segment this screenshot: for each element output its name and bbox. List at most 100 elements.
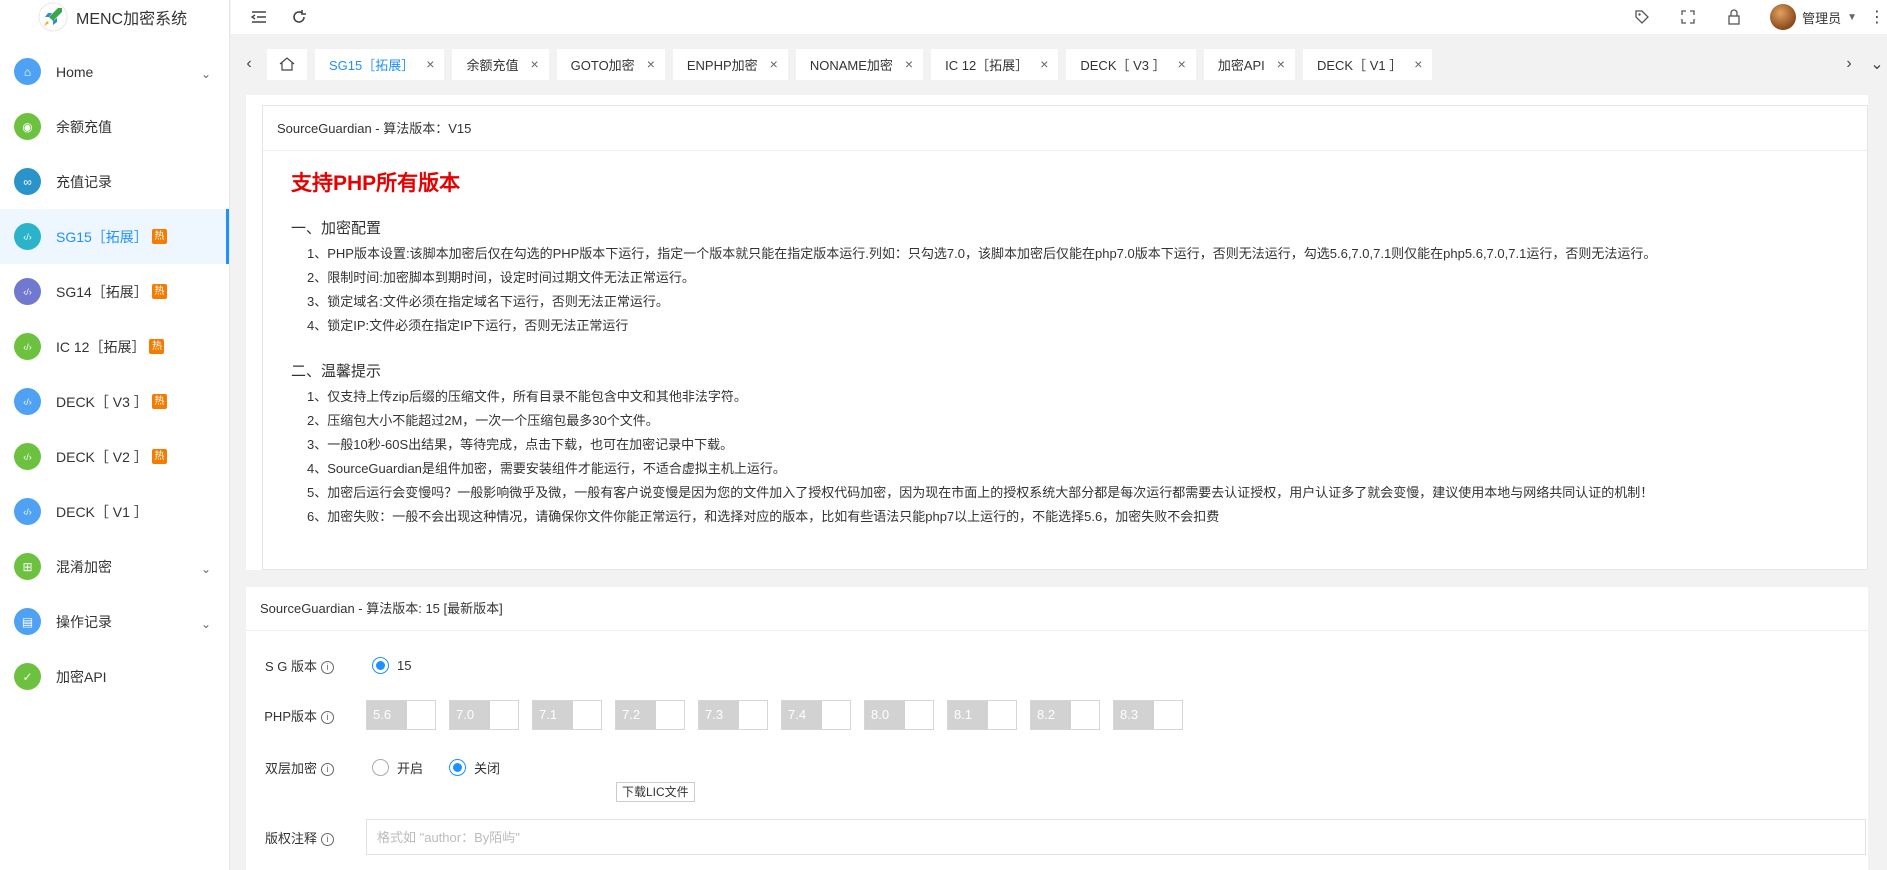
fullscreen-icon[interactable] [1678, 7, 1698, 27]
tab-2[interactable]: GOTO加密 × [556, 48, 665, 80]
sidebar-item-10[interactable]: ▤ 操作记录 ⌄ [0, 594, 229, 649]
double-encrypt-off-radio[interactable] [449, 758, 467, 776]
cart-icon: ⊞ [14, 553, 41, 580]
php-version-checkbox[interactable]: 8.1 [947, 700, 1017, 730]
tab-label: DECK［ V3 ］ [1080, 57, 1166, 73]
php-version-row: PHP版本 i 5.6 7.0 7.1 7.2 7.3 7.4 8.0 8.1 8.2 8.3 [246, 695, 1196, 735]
php-version-checkbox[interactable]: 8.0 [864, 700, 934, 730]
info-icon[interactable]: i [321, 710, 334, 724]
app-logo[interactable]: MENC加密系统 [0, 0, 229, 34]
sidebar-item-label: 充值记录 [56, 173, 112, 190]
sidebar-item-9[interactable]: ⊞ 混淆加密 ⌄ [0, 539, 229, 594]
close-icon[interactable]: × [770, 56, 778, 72]
chevron-down-icon[interactable]: ⌄ [201, 562, 211, 576]
more-icon[interactable]: ⋮ [1869, 7, 1885, 27]
user-name[interactable]: 管理员 [1802, 8, 1841, 27]
double-encrypt-off-label[interactable]: 关闭 [474, 758, 500, 777]
php-version-checkbox[interactable]: 7.2 [615, 700, 685, 730]
code-icon: ‹/› [14, 223, 41, 250]
chevron-down-icon[interactable]: ⌄ [201, 67, 211, 81]
php-version-checkbox[interactable]: 7.1 [532, 700, 602, 730]
tab-3[interactable]: ENPHP加密 × [672, 48, 788, 80]
sg-version-radio[interactable] [372, 656, 389, 674]
code-icon: ‹/› [14, 333, 41, 360]
php-version-label: 8.3 [1114, 701, 1154, 729]
tag-icon[interactable] [1632, 7, 1652, 27]
log-icon: ▤ [14, 608, 41, 635]
lock-icon[interactable] [1724, 7, 1744, 27]
tab-label: 加密API [1217, 57, 1265, 73]
info-icon[interactable]: i [321, 762, 334, 776]
tab-8[interactable]: DECK［ V1 ］ × [1302, 48, 1433, 80]
php-version-checkbox[interactable]: 5.6 [366, 700, 436, 730]
close-icon[interactable]: × [1040, 56, 1048, 72]
tab-7[interactable]: 加密API × [1203, 48, 1295, 80]
code-icon: ‹/› [14, 388, 41, 415]
close-icon[interactable]: × [1277, 56, 1285, 72]
tab-6[interactable]: DECK［ V3 ］ × [1066, 48, 1196, 80]
refresh-icon[interactable] [289, 7, 309, 27]
sidebar-item-7[interactable]: ‹/› DECK［ V2 ］ 热 [0, 429, 229, 484]
tab-1[interactable]: 余额充值 × [452, 48, 549, 80]
copyright-label: 版权注释 i [246, 828, 338, 847]
close-icon[interactable]: × [1414, 56, 1422, 72]
tab-4[interactable]: NONAME加密 × [795, 48, 924, 80]
form-header: SourceGuardian - 算法版本: 15 [最新版本] [246, 587, 1868, 631]
download-lic-button[interactable]: 下载LIC文件 [616, 782, 695, 802]
sidebar-item-2[interactable]: ∞ 充值记录 [0, 154, 229, 209]
sidebar-item-8[interactable]: ‹/› DECK［ V1 ］ [0, 484, 229, 539]
sidebar-item-4[interactable]: ‹/› SG14［拓展］ 热 [0, 264, 229, 319]
hot-badge-icon: 热 [151, 284, 167, 299]
tab-home[interactable] [267, 48, 307, 80]
encrypt-form-panel: SourceGuardian - 算法版本: 15 [最新版本] S G 版本 i… [246, 587, 1868, 870]
tab-label: SG15［拓展］ [329, 57, 415, 73]
info-line: 4、锁定IP:文件必须在指定IP下运行，否则无法正常运行 [307, 318, 629, 333]
tab-5[interactable]: IC 12［拓展］ × [931, 48, 1059, 80]
tab-0[interactable]: SG15［拓展］ × [315, 48, 445, 80]
double-encrypt-on-radio[interactable] [372, 758, 389, 776]
copyright-input[interactable] [366, 819, 1866, 855]
sidebar-item-11[interactable]: ✓ 加密API [0, 649, 229, 704]
php-version-checkbox[interactable]: 7.4 [781, 700, 851, 730]
php-version-label: 7.2 [616, 701, 656, 729]
recharge-icon: ◉ [14, 113, 41, 140]
close-icon[interactable]: × [647, 56, 655, 72]
sidebar-item-0[interactable]: ⌂ Home ⌄ [0, 44, 229, 99]
close-icon[interactable]: × [905, 56, 913, 72]
chevron-down-icon[interactable]: ⌄ [201, 617, 211, 631]
tabs-scroll-right-icon[interactable]: › [1831, 44, 1867, 84]
info-icon[interactable]: i [321, 832, 334, 846]
menu-toggle-icon[interactable] [249, 7, 269, 27]
info-body: 支持PHP所有版本 一、加密配置 1、PHP版本设置:该脚本加密后仅在勾选的PH… [263, 151, 1867, 545]
double-encrypt-on-label[interactable]: 开启 [397, 758, 423, 777]
info-header: SourceGuardian - 算法版本：V15 [263, 106, 1867, 151]
sidebar-item-label: DECK［ V3 ］ [56, 393, 148, 410]
sg-version-row: S G 版本 i 15 [246, 647, 437, 683]
info-line: 3、锁定域名:文件必须在指定域名下运行，否则无法正常运行。 [307, 294, 669, 309]
php-version-checkbox[interactable]: 8.2 [1030, 700, 1100, 730]
user-dropdown-icon[interactable]: ▼ [1847, 12, 1857, 23]
info-line: 5、加密后运行会变慢吗？一般影响微乎及微，一般有客户说变慢是因为您的文件加入了授… [307, 485, 1654, 500]
tabs-scroll-left-icon[interactable]: ‹ [231, 44, 267, 84]
sidebar-item-3[interactable]: ‹/› SG15［拓展］ 热 [0, 209, 229, 264]
php-version-checkbox[interactable]: 7.0 [449, 700, 519, 730]
tab-label: DECK［ V1 ］ [1316, 57, 1403, 73]
sidebar-item-6[interactable]: ‹/› DECK［ V3 ］ 热 [0, 374, 229, 429]
section-tips-title: 二、温馨提示 [291, 363, 382, 380]
avatar[interactable] [1770, 4, 1797, 30]
tabs-menu-icon[interactable]: ⌄ [1867, 44, 1887, 84]
sidebar-item-1[interactable]: ◉ 余额充值 [0, 99, 229, 154]
copyright-row: 版权注释 i [246, 817, 1866, 857]
php-version-label: 5.6 [367, 701, 407, 729]
php-version-checkboxes: 5.6 7.0 7.1 7.2 7.3 7.4 8.0 8.1 8.2 8.3 [366, 700, 1196, 730]
info-icon[interactable]: i [321, 660, 334, 674]
close-icon[interactable]: × [1178, 56, 1186, 72]
close-icon[interactable]: × [426, 56, 434, 72]
sidebar-item-label: SG15［拓展］ [56, 228, 148, 245]
sidebar-item-label: 加密API [56, 668, 107, 685]
close-icon[interactable]: × [530, 56, 538, 72]
php-version-checkbox[interactable]: 7.3 [698, 700, 768, 730]
sidebar-item-5[interactable]: ‹/› IC 12［拓展］ 热 [0, 319, 229, 374]
php-version-checkbox[interactable]: 8.3 [1113, 700, 1183, 730]
tab-label: NONAME加密 [809, 57, 893, 73]
